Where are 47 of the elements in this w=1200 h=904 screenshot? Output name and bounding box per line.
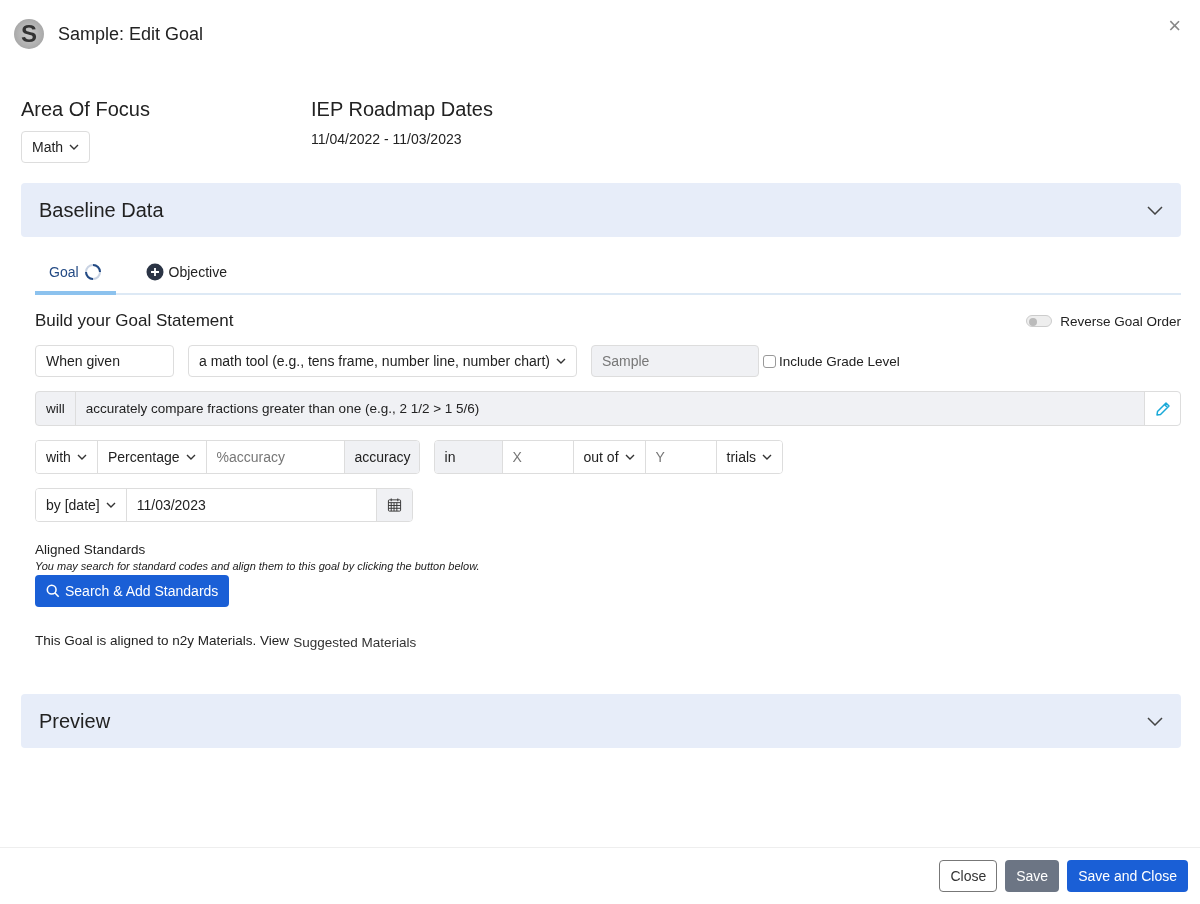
search-icon xyxy=(46,584,60,598)
suggested-materials-link[interactable]: Suggested Materials xyxy=(293,635,417,650)
search-standards-button[interactable]: Search & Add Standards xyxy=(35,575,230,607)
hint-text: You may search for standard codes and align them to this goal by clicking the button below. xyxy=(35,560,481,572)
close-button[interactable]: × xyxy=(1162,12,1187,40)
chevron-down-icon xyxy=(1147,716,1163,726)
input-addon: in xyxy=(434,441,502,473)
chevron-down-icon xyxy=(762,454,773,460)
date-range: 11/04/2022 - 11/03/2023 xyxy=(311,131,463,147)
input-addon: accuracy xyxy=(343,441,419,473)
area-dropdown[interactable]: Math xyxy=(21,131,91,163)
footer-button[interactable]: Save and Close xyxy=(1067,860,1188,892)
plus-circle-icon xyxy=(145,263,164,281)
calendar-button[interactable] xyxy=(375,489,412,521)
input-group[interactable]: by [date] 11/03/2023 xyxy=(35,488,413,522)
input-group[interactable]: in X out of Y trials xyxy=(433,440,784,474)
avatar: S xyxy=(14,19,44,49)
chevron-down-icon xyxy=(76,454,87,460)
checkbox-label: Include Grade Level xyxy=(778,353,900,369)
chevron-down-icon xyxy=(185,454,196,460)
chevron-down-icon xyxy=(555,358,566,364)
tab[interactable]: Objective xyxy=(131,255,241,295)
footer-button[interactable]: Save xyxy=(1005,860,1060,892)
alignment-text: This Goal is aligned to n2y Materials. View xyxy=(35,633,290,648)
field-heading: IEP Roadmap Dates xyxy=(311,98,493,121)
footer-button[interactable]: Close xyxy=(939,860,998,892)
spinner-icon xyxy=(83,263,102,281)
chevron-down-icon xyxy=(1147,205,1163,215)
dialog-title: Sample: Edit Goal xyxy=(58,23,204,45)
toggle-label: Reverse Goal Order xyxy=(1060,313,1181,329)
tool-dropdown[interactable]: a math tool (e.g., tens frame, number line, number chart) xyxy=(188,345,577,377)
chevron-down-icon xyxy=(624,454,635,460)
checkbox[interactable] xyxy=(762,354,776,368)
field-heading: Area Of Focus xyxy=(21,98,151,121)
input-group[interactable]: with Percentage %accuracy accuracy xyxy=(35,440,420,474)
toggle-switch[interactable] xyxy=(1026,315,1053,327)
grade-field: Sample xyxy=(590,345,759,377)
tab[interactable]: Goal xyxy=(35,255,116,295)
section-heading: Build your Goal Statement xyxy=(35,311,234,331)
section-header[interactable]: Baseline Data xyxy=(21,183,1181,237)
chevron-down-icon xyxy=(105,502,116,508)
field-label: Aligned Standards xyxy=(35,542,147,557)
chevron-down-icon xyxy=(69,144,80,150)
input-field[interactable]: When given xyxy=(35,345,174,377)
calendar-icon xyxy=(386,497,402,513)
dropdown[interactable]: trials xyxy=(715,441,783,473)
section-header[interactable]: Preview xyxy=(21,694,1181,748)
